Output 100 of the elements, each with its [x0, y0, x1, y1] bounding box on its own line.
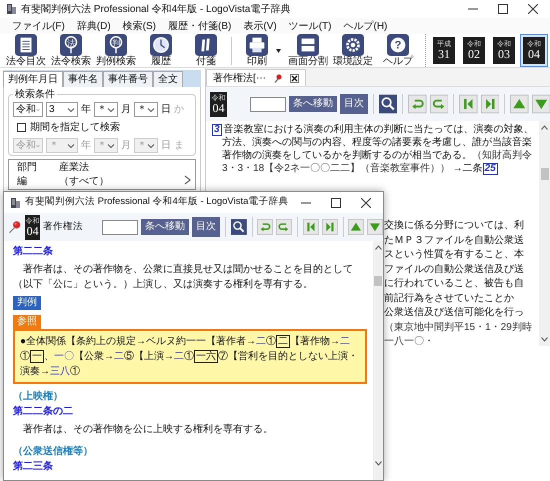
jump-button[interactable]: 条へ移動 — [288, 96, 337, 112]
scroll-up-icon[interactable] — [374, 245, 382, 250]
link[interactable]: 二 — [256, 336, 266, 347]
text-line: 交換に係る分野については、利 — [384, 219, 525, 233]
reference-text: ●全体関係【条約上の規定→ベルヌ約一一【著作者→二① 二 【著作物→二 ① 一 、一〇【公衆→二⑤【上演→二① 一六 ⑦【営利を目的としない上演・演奏→三八① — [20, 334, 359, 379]
article-number-field[interactable] — [250, 96, 286, 112]
field-label: 月 — [121, 103, 131, 117]
dropdown[interactable]: ＊ — [134, 102, 158, 117]
toolbar-button[interactable]: 印刷 — [235, 34, 279, 67]
next-icon[interactable] — [480, 93, 500, 115]
toolbar-button[interactable]: 履歴 — [139, 34, 183, 67]
redo-icon[interactable] — [430, 93, 448, 115]
article-caption: （上映権） — [13, 390, 64, 404]
menu-item[interactable]: ヘルプ(H) — [343, 18, 388, 34]
law-name: 著作権法 — [42, 220, 84, 234]
app-icon — [10, 196, 21, 208]
close-icon[interactable] — [361, 198, 371, 208]
menu-item[interactable]: ファイル(F) — [12, 18, 65, 34]
previous-icon[interactable] — [302, 216, 319, 238]
help-icon: ? — [387, 34, 409, 56]
tab[interactable]: 全文 — [153, 71, 183, 87]
toolbar-button[interactable]: 画面分割 — [286, 34, 330, 67]
menu-item[interactable]: 検索(S) — [122, 18, 156, 34]
case-number-link[interactable]: 3 — [212, 124, 222, 136]
previous-icon[interactable] — [458, 93, 478, 115]
text-line: 公衆送信及び送信可能化を行っ — [384, 306, 525, 320]
text-line: （東京地中間判平15・1・29判時一八一〇・ — [384, 320, 533, 349]
chevron-down-icon — [107, 142, 115, 148]
pin-icon[interactable] — [274, 74, 282, 82]
tab[interactable]: 事件番号 — [103, 71, 153, 87]
jump-button[interactable]: 条へ移動 — [141, 219, 190, 235]
article-heading: 第二二条 — [13, 244, 54, 259]
redo-icon[interactable] — [276, 216, 292, 238]
close-icon[interactable] — [290, 74, 299, 82]
menu-item[interactable]: ツール(T) — [288, 18, 332, 34]
chevron-down-icon — [147, 106, 155, 112]
dropdown[interactable]: 令和 — [13, 102, 43, 117]
menu-item[interactable]: 履歴・付箋(B) — [168, 18, 232, 34]
link[interactable]: 二 — [114, 351, 124, 362]
article-heading: 第二三条 — [13, 460, 54, 474]
link[interactable]: 三八 — [50, 366, 70, 377]
checkbox[interactable] — [17, 123, 26, 132]
field-label: か — [174, 103, 184, 117]
link[interactable]: 一〇 — [54, 351, 74, 362]
dropdown[interactable]: ＊ — [94, 102, 118, 117]
text-line: に行われていること、被告も自 — [384, 277, 525, 291]
menu-item[interactable]: 表示(V) — [243, 18, 277, 34]
tab[interactable]: 判例年月日 — [3, 71, 63, 87]
maximize-icon[interactable] — [331, 198, 341, 208]
app-icon — [6, 3, 17, 15]
close-icon[interactable] — [528, 4, 538, 14]
undo-icon[interactable] — [408, 93, 427, 115]
link[interactable]: 二 — [340, 336, 350, 347]
field-label: 月 — [121, 139, 131, 153]
scroll-thumb[interactable] — [540, 168, 548, 180]
document-tab[interactable]: 著作権法[⋯ — [206, 69, 306, 86]
toc-button[interactable]: 目次 — [192, 217, 220, 237]
link[interactable]: 二 — [174, 351, 184, 362]
caret-icon[interactable] — [276, 48, 281, 52]
up-icon[interactable] — [510, 93, 528, 115]
article-text: 著作者は、その著作物を、公衆に直接見せ又は聞かせることを目的として（以下「公に」という。）上演し、又は演奏する権利を専有する。 — [13, 262, 354, 292]
toc-button[interactable]: 目次 — [340, 94, 368, 114]
article-caption: （公衆送信権等） — [13, 445, 94, 459]
text-line: たＭＰ３ファイルを自動公衆送 — [384, 234, 525, 248]
toolbar-button[interactable]: ? ヘルプ — [376, 34, 420, 67]
filter-value: （すべて） — [59, 175, 109, 188]
chevron-right-icon[interactable] — [184, 175, 191, 185]
field-label: ま — [174, 139, 184, 153]
menu-item[interactable]: 辞典(D) — [76, 18, 111, 34]
chevron-down-icon — [107, 106, 115, 112]
undo-icon[interactable] — [257, 216, 274, 238]
scroll-up-icon[interactable] — [541, 125, 548, 130]
chevron-down-icon — [67, 106, 75, 112]
article-number-field[interactable] — [102, 220, 138, 234]
case-label: 判例 — [13, 296, 41, 310]
checkbox-label: 期間を指定して検索 — [30, 120, 120, 135]
up-icon[interactable] — [348, 216, 364, 238]
text-line: 前記行為をさせていたことか — [384, 292, 515, 306]
toolbar-button[interactable]: 環境設定 — [331, 34, 375, 67]
window-title: 有斐閣判例六法 Professional 令和4年版 - LogoVista電子辞典 — [25, 195, 288, 210]
next-icon[interactable] — [322, 216, 338, 238]
article-text: 著作者は、その著作物を公に上映する権利を専有する。 — [22, 422, 274, 437]
scroll-down-icon[interactable] — [541, 336, 548, 342]
cross-reference-link[interactable]: 25 — [482, 163, 498, 175]
field-label: 年 — [81, 139, 91, 153]
toolbar-button[interactable]: 法令目次 — [4, 34, 48, 67]
scroll-down-icon[interactable] — [374, 461, 382, 466]
down-icon[interactable] — [532, 93, 550, 115]
toolbar-button[interactable]: 付箋 — [184, 34, 228, 67]
field-label: 日 — [161, 103, 171, 117]
filter-value: 産業法 — [59, 161, 89, 174]
scroll-thumb[interactable] — [374, 276, 382, 286]
text-line: ファイルの自動公衆送信及び送 — [384, 262, 525, 276]
dropdown[interactable]: 3 — [46, 102, 78, 117]
filter-name: 部門 — [17, 161, 38, 174]
search-icon[interactable] — [230, 216, 247, 238]
tab[interactable]: 事件名 — [63, 71, 103, 87]
down-icon[interactable] — [367, 216, 383, 238]
search-icon[interactable] — [378, 93, 398, 115]
maximize-icon[interactable] — [498, 4, 508, 14]
